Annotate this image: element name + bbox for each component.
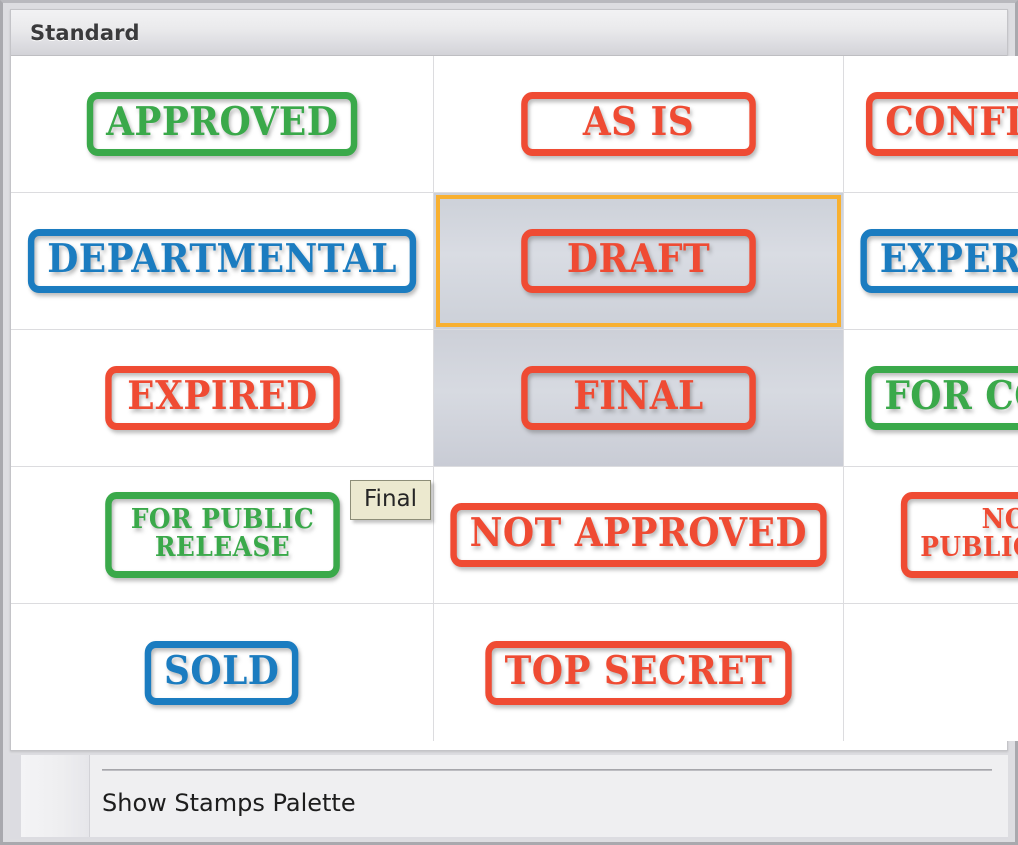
stamp-label-line: FINAL bbox=[573, 373, 704, 419]
stamp-label-line: NOT APPROVED bbox=[469, 510, 808, 556]
stamps-palette-panel: Standard APPROVED AS IS CONFIDENTIAL DEPART… bbox=[10, 9, 1018, 751]
stamp-not-approved[interactable]: NOT APPROVED bbox=[450, 503, 827, 567]
stamp-grid: APPROVED AS IS CONFIDENTIAL DEPARTMENTAL DRA… bbox=[11, 56, 1018, 741]
stamp-label-line: PUBLIC RELEASE bbox=[920, 532, 1018, 563]
stamp-as-is[interactable]: AS IS bbox=[521, 92, 756, 156]
stamp-cell-sold[interactable]: SOLD bbox=[11, 604, 435, 741]
stamp-cell-final[interactable]: FINAL bbox=[434, 330, 844, 467]
menu-body: Show Stamps Palette bbox=[90, 755, 1008, 837]
stamp-label-line: AS IS bbox=[582, 99, 695, 145]
stamp-label-line: EXPIRED bbox=[126, 373, 318, 419]
stamp-cell-experimental[interactable]: EXPERIMENTAL bbox=[843, 193, 1018, 330]
stamp-experimental[interactable]: EXPERIMENTAL bbox=[860, 229, 1018, 293]
stamp-label-line: FOR PUBLIC bbox=[130, 504, 314, 536]
stamp-draft[interactable]: DRAFT bbox=[521, 229, 756, 293]
stamp-departmental[interactable]: DEPARTMENTAL bbox=[27, 229, 417, 293]
stamp-top-secret[interactable]: TOP SECRET bbox=[485, 640, 792, 705]
menu-separator bbox=[102, 769, 992, 771]
stamp-cell-approved[interactable]: APPROVED bbox=[11, 56, 435, 193]
stamp-for-public-release[interactable]: FOR PUBLIC RELEASE bbox=[104, 492, 340, 578]
stamp-cell-confidential[interactable]: CONFIDENTIAL bbox=[843, 56, 1018, 193]
stamp-label-line: EXPERIMENTAL bbox=[879, 236, 1018, 282]
stamp-cell-expired[interactable]: EXPIRED bbox=[11, 330, 435, 467]
tooltip-final: Final bbox=[350, 480, 432, 521]
palette-header: Standard bbox=[11, 10, 1007, 56]
stamp-cell-departmental[interactable]: DEPARTMENTAL bbox=[11, 193, 435, 330]
stamp-label-line: FOR COMMENT bbox=[884, 373, 1018, 419]
stamp-cell-not-approved[interactable]: NOT APPROVED bbox=[434, 467, 844, 604]
stamp-cell-not-for-public-release[interactable]: NOT FORPUBLIC RELEASE bbox=[843, 467, 1018, 604]
stamp-final[interactable]: FINAL bbox=[521, 366, 756, 430]
menu-item-show-stamps-palette[interactable]: Show Stamps Palette bbox=[102, 789, 356, 817]
stamp-cell-empty bbox=[843, 604, 1018, 741]
stamps-palette-window: Standard APPROVED AS IS CONFIDENTIAL DEPART… bbox=[0, 0, 1018, 845]
stamp-cell-draft[interactable]: DRAFT bbox=[434, 193, 844, 330]
stamp-label-line: TOP SECRET bbox=[504, 647, 773, 694]
stamp-label-line: DRAFT bbox=[566, 236, 711, 282]
stamp-not-for-public-release[interactable]: NOT FORPUBLIC RELEASE bbox=[901, 492, 1018, 578]
stamp-confidential[interactable]: CONFIDENTIAL bbox=[865, 92, 1018, 156]
menu-gutter bbox=[21, 755, 90, 837]
stamp-cell-top-secret[interactable]: TOP SECRET bbox=[434, 604, 844, 741]
stamp-label-line: NOT FOR bbox=[981, 504, 1018, 536]
stamp-for-comment[interactable]: FOR COMMENT bbox=[864, 366, 1018, 430]
stamp-label-line: SOLD bbox=[164, 647, 280, 694]
stamp-cell-as-is[interactable]: AS IS bbox=[434, 56, 844, 193]
stamp-cell-for-comment[interactable]: FOR COMMENT bbox=[843, 330, 1018, 467]
stamp-label-line: RELEASE bbox=[154, 532, 290, 563]
stamp-label-line: DEPARTMENTAL bbox=[47, 236, 397, 282]
stamp-approved[interactable]: APPROVED bbox=[86, 92, 358, 156]
page-title: Standard bbox=[30, 20, 140, 45]
stamp-label-line: APPROVED bbox=[105, 99, 339, 145]
stamp-sold[interactable]: SOLD bbox=[145, 640, 300, 705]
menu-strip: Show Stamps Palette bbox=[10, 755, 1008, 839]
stamp-label-line: CONFIDENTIAL bbox=[885, 99, 1018, 145]
stamp-expired[interactable]: EXPIRED bbox=[104, 366, 340, 430]
